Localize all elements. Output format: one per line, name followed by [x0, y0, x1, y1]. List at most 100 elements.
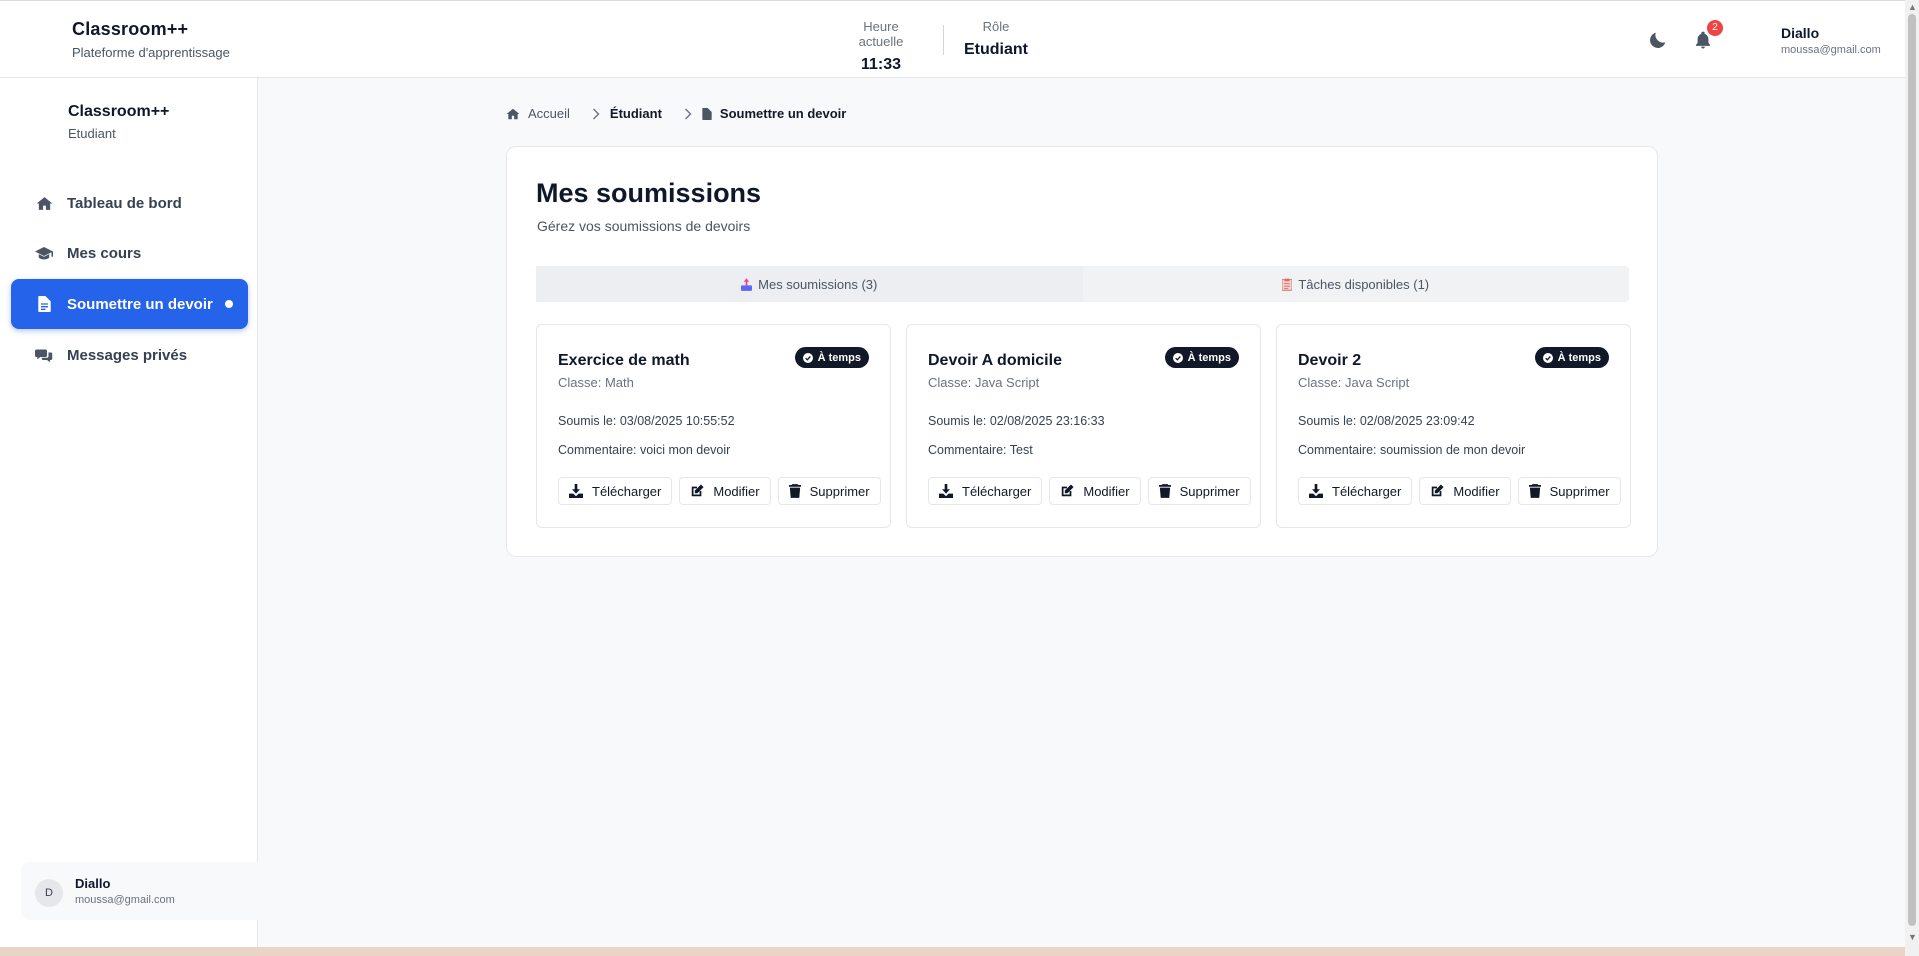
sidebar-nav: Tableau de bord Mes cours Soumettre un d… — [11, 179, 248, 381]
sidebar-item-dashboard[interactable]: Tableau de bord — [11, 179, 248, 227]
scroll-up-arrow-icon[interactable]: ▲ — [1908, 2, 1917, 12]
delete-label: Supprimer — [1549, 483, 1610, 499]
status-badge: À temps — [794, 347, 869, 368]
tab-my-submissions[interactable]: Mes soumissions (3) — [536, 266, 1083, 302]
edit-label: Modifier — [713, 483, 760, 499]
sidebar-brand-subtitle: Etudiant — [68, 126, 116, 141]
download-label: Télécharger — [1332, 483, 1402, 499]
brand-title: Classroom++ — [72, 19, 189, 39]
submission-card: Devoir A domicile Classe: Java Script À … — [906, 324, 1261, 528]
tab-available-tasks[interactable]: Tâches disponibles (1) — [1083, 266, 1630, 302]
inbox-icon — [741, 277, 753, 291]
sidebar-brand-title: Classroom++ — [68, 103, 170, 120]
sidebar-item-messages[interactable]: Messages privés — [11, 331, 248, 379]
scroll-down-arrow-icon[interactable]: ▼ — [1908, 932, 1917, 942]
header-user-name: Diallo — [1781, 25, 1820, 41]
os-taskbar-edge — [0, 947, 1905, 956]
role-value: Etudiant — [964, 41, 1028, 58]
submission-class: Classe: Math — [558, 375, 634, 390]
sidebar-brand: Classroom++ Etudiant — [68, 103, 169, 141]
submission-comment: Commentaire: voici mon devoir — [558, 443, 731, 457]
delete-label: Supprimer — [1179, 483, 1240, 499]
edit-icon — [1060, 484, 1074, 498]
delete-button[interactable]: Supprimer — [1517, 477, 1621, 505]
header-brand[interactable]: Classroom++ Plateforme d'apprentissage — [72, 19, 230, 60]
header-divider — [943, 25, 944, 55]
page-title: Mes soumissions — [536, 178, 762, 208]
sidebar-item-label: Messages privés — [67, 346, 188, 364]
clock-value: 11:33 — [860, 56, 902, 73]
download-icon — [569, 484, 583, 498]
brand-subtitle: Plateforme d'apprentissage — [72, 45, 230, 60]
sidebar-user-card[interactable]: D Diallo moussa@gmail.com — [21, 862, 271, 920]
trash-icon — [788, 484, 801, 498]
breadcrumb-home-label: Accueil — [528, 106, 570, 121]
tab-label: Mes soumissions (3) — [758, 276, 878, 292]
submission-date: Soumis le: 03/08/2025 10:55:52 — [558, 414, 735, 428]
edit-icon — [690, 484, 704, 498]
avatar: D — [35, 879, 63, 907]
edit-label: Modifier — [1083, 483, 1130, 499]
download-button[interactable]: Télécharger — [928, 477, 1043, 505]
comments-icon — [35, 346, 53, 364]
edit-button[interactable]: Modifier — [679, 477, 771, 505]
file-icon — [702, 107, 712, 120]
submission-title: Devoir 2 — [1298, 352, 1362, 369]
check-circle-icon — [1542, 352, 1553, 363]
edit-button[interactable]: Modifier — [1049, 477, 1141, 505]
submission-title: Exercice de math — [558, 352, 690, 369]
tabs: Mes soumissions (3) Tâches disponibles (… — [536, 266, 1629, 302]
scrollbar-thumb[interactable] — [1908, 14, 1916, 926]
current-time: Heure actuelle 11:33 — [842, 19, 920, 74]
submission-date: Soumis le: 02/08/2025 23:09:42 — [1298, 414, 1475, 428]
chevron-right-icon — [592, 108, 600, 120]
check-circle-icon — [802, 352, 813, 363]
clipboard-icon — [1282, 278, 1293, 291]
active-indicator-dot — [225, 300, 233, 308]
submission-comment: Commentaire: Test — [928, 443, 1033, 457]
breadcrumb-current: Soumettre un devoir — [702, 106, 846, 121]
download-icon — [939, 484, 953, 498]
graduation-cap-icon — [35, 244, 53, 262]
sidebar-user-name: Diallo — [75, 876, 111, 891]
status-badge: À temps — [1164, 347, 1239, 368]
submission-title: Devoir A domicile — [928, 352, 1062, 369]
download-icon — [1309, 484, 1323, 498]
role-label: Rôle — [982, 19, 1010, 34]
header-user-email: moussa@gmail.com — [1781, 44, 1881, 56]
tab-label: Tâches disponibles (1) — [1298, 276, 1430, 292]
page-subtitle: Gérez vos soumissions de devoirs — [537, 218, 751, 234]
edit-label: Modifier — [1453, 483, 1500, 499]
breadcrumb-section[interactable]: Étudiant — [610, 106, 662, 121]
edit-icon — [1430, 484, 1444, 498]
sidebar: Classroom++ Etudiant Tableau de bord Mes… — [0, 78, 271, 956]
sidebar-item-label: Soumettre un devoir — [67, 295, 213, 313]
trash-icon — [1158, 484, 1171, 498]
submission-actions: Télécharger Modifier Supprimer — [1298, 477, 1621, 505]
edit-button[interactable]: Modifier — [1419, 477, 1511, 505]
download-button[interactable]: Télécharger — [1298, 477, 1413, 505]
submission-actions: Télécharger Modifier Supprimer — [928, 477, 1251, 505]
sidebar-user-email: moussa@gmail.com — [75, 894, 175, 906]
submission-card: Exercice de math Classe: Math À temps So… — [536, 324, 891, 528]
chevron-right-icon — [684, 108, 692, 120]
home-icon — [506, 108, 520, 119]
delete-button[interactable]: Supprimer — [1147, 477, 1251, 505]
moon-icon[interactable] — [1647, 29, 1669, 51]
status-label: À temps — [817, 351, 861, 364]
submissions-panel: Mes soumissions Gérez vos soumissions de… — [506, 146, 1658, 557]
download-button[interactable]: Télécharger — [558, 477, 673, 505]
sidebar-item-label: Mes cours — [67, 244, 142, 262]
clock-label: Heure actuelle — [858, 19, 904, 49]
submission-card: Devoir 2 Classe: Java Script À temps Sou… — [1276, 324, 1631, 528]
submission-class: Classe: Java Script — [928, 375, 1040, 390]
breadcrumb-home[interactable]: Accueil — [506, 106, 570, 121]
header-user[interactable]: Diallo moussa@gmail.com — [1781, 25, 1881, 56]
sidebar-item-courses[interactable]: Mes cours — [11, 229, 248, 277]
download-label: Télécharger — [592, 483, 662, 499]
sidebar-item-submit-assignment[interactable]: Soumettre un devoir — [11, 279, 248, 329]
delete-button[interactable]: Supprimer — [777, 477, 881, 505]
breadcrumb-current-label: Soumettre un devoir — [719, 106, 847, 121]
page-scrollbar[interactable]: ▲ ▼ — [1905, 0, 1919, 956]
trash-icon — [1528, 484, 1541, 498]
